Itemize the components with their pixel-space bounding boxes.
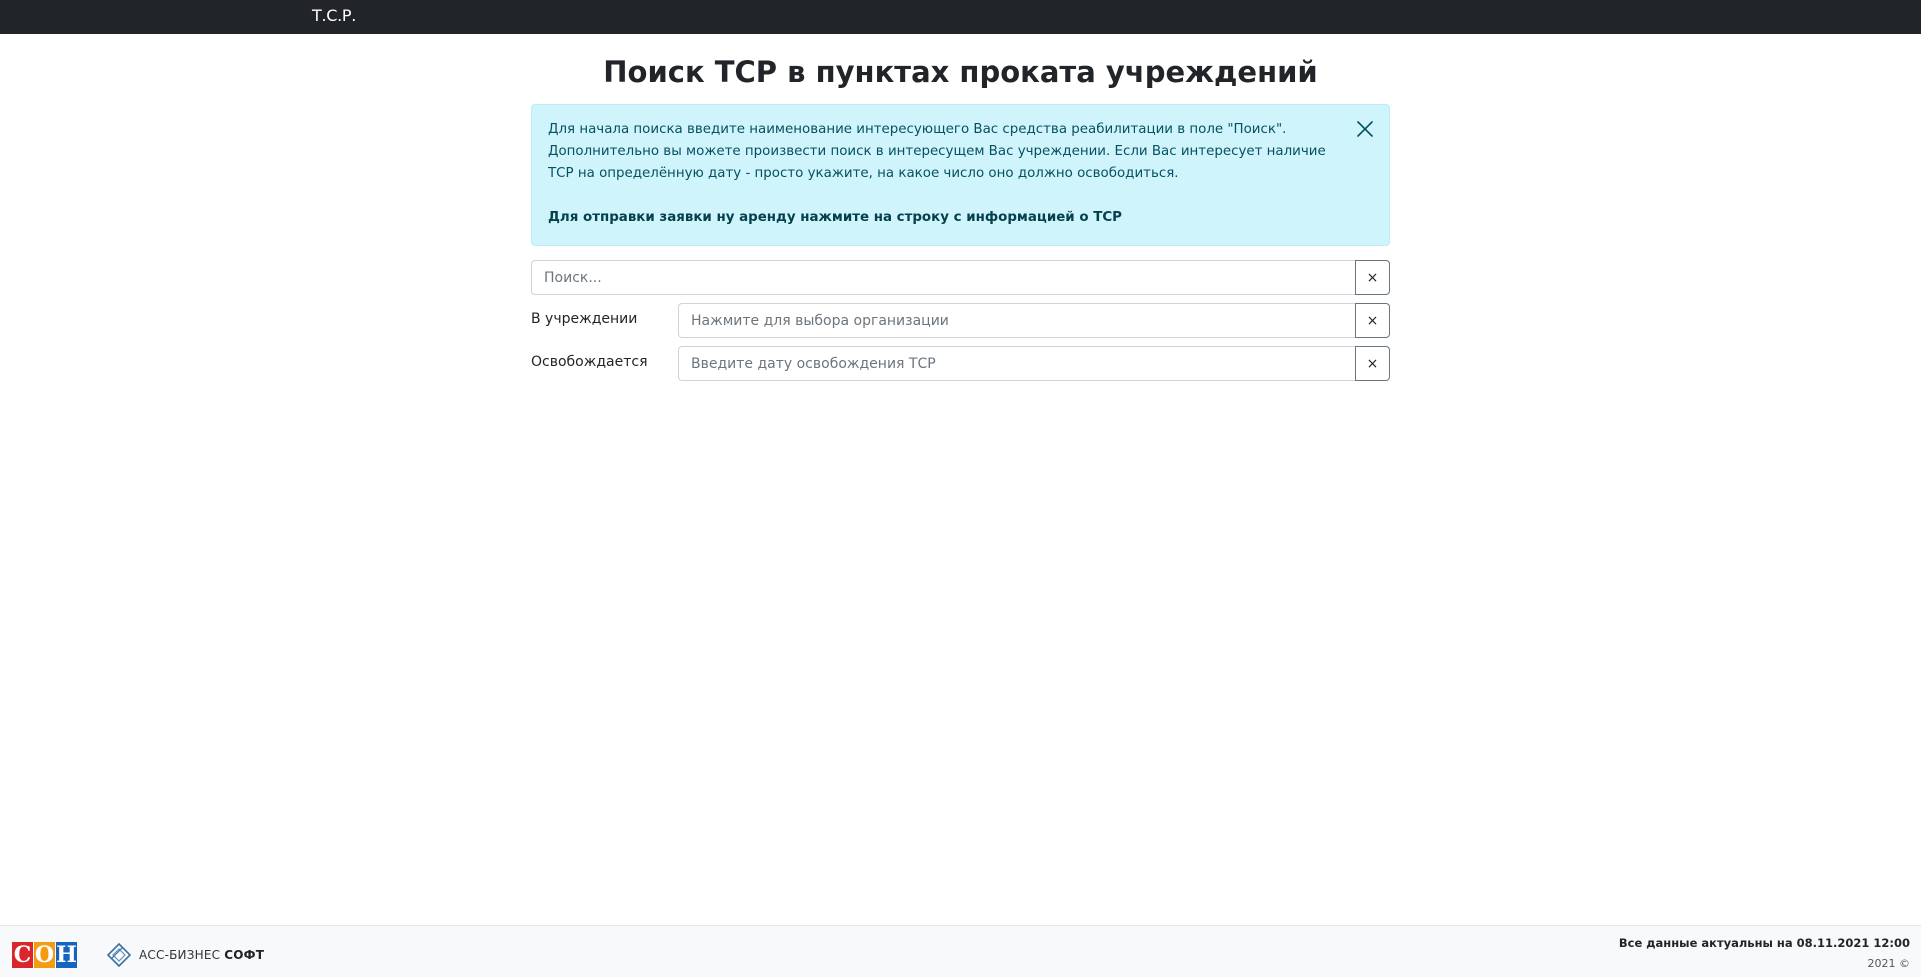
son-logo-letter: О <box>34 942 55 968</box>
son-logo-letter: С <box>12 942 33 968</box>
diamond-logo-icon <box>107 943 131 967</box>
footer: С О Н АСС-БИЗНЕС СОФТ Все данные актуаль… <box>0 925 1921 977</box>
organization-clear-button[interactable]: × <box>1355 303 1390 338</box>
search-clear-button[interactable]: × <box>1355 260 1390 295</box>
release-date-label: Освобождается <box>531 354 648 370</box>
release-date-clear-button[interactable]: × <box>1355 346 1390 381</box>
organization-input[interactable] <box>678 303 1355 338</box>
copyright-text: 2021 © <box>1867 957 1911 970</box>
organization-row: В учреждении × <box>531 303 1390 338</box>
close-icon-svg <box>1357 121 1373 137</box>
organization-label: В учреждении <box>531 311 638 327</box>
page-title: Поиск ТСР в пунктах проката учреждений <box>603 55 1318 89</box>
search-input[interactable] <box>531 260 1355 295</box>
release-date-group: × <box>678 346 1390 381</box>
data-actuality-text: Все данные актуальны на 08.11.2021 12:00 <box>1618 936 1910 950</box>
top-navbar: Т.С.Р. <box>0 0 1921 34</box>
alert-strong-text: Для отправки заявки ну аренду нажмите на… <box>548 210 1122 225</box>
ass-logo-text-bold: СОФТ <box>224 948 265 962</box>
search-row: × <box>531 260 1390 295</box>
son-logo-letter: Н <box>56 942 77 968</box>
ass-logo-text-light: АСС-БИЗНЕС <box>139 948 221 962</box>
footer-info: Все данные актуальны на 08.11.2021 12:00… <box>1619 934 1910 972</box>
release-date-input[interactable] <box>678 346 1355 381</box>
navbar-brand[interactable]: Т.С.Р. <box>312 6 356 26</box>
alert-text: Для начала поиска введите наименование и… <box>548 122 1326 181</box>
close-icon[interactable] <box>1355 119 1375 139</box>
organization-group: × <box>678 303 1390 338</box>
release-date-row: Освобождается × <box>531 346 1390 381</box>
ass-business-soft-logo: АСС-БИЗНЕС СОФТ <box>107 942 264 968</box>
main-content: Поиск ТСР в пунктах проката учреждений Д… <box>531 52 1390 381</box>
info-alert: Для начала поиска введите наименование и… <box>531 104 1390 246</box>
son-logo: С О Н <box>12 942 78 968</box>
ass-logo-text: АСС-БИЗНЕС СОФТ <box>139 948 264 962</box>
